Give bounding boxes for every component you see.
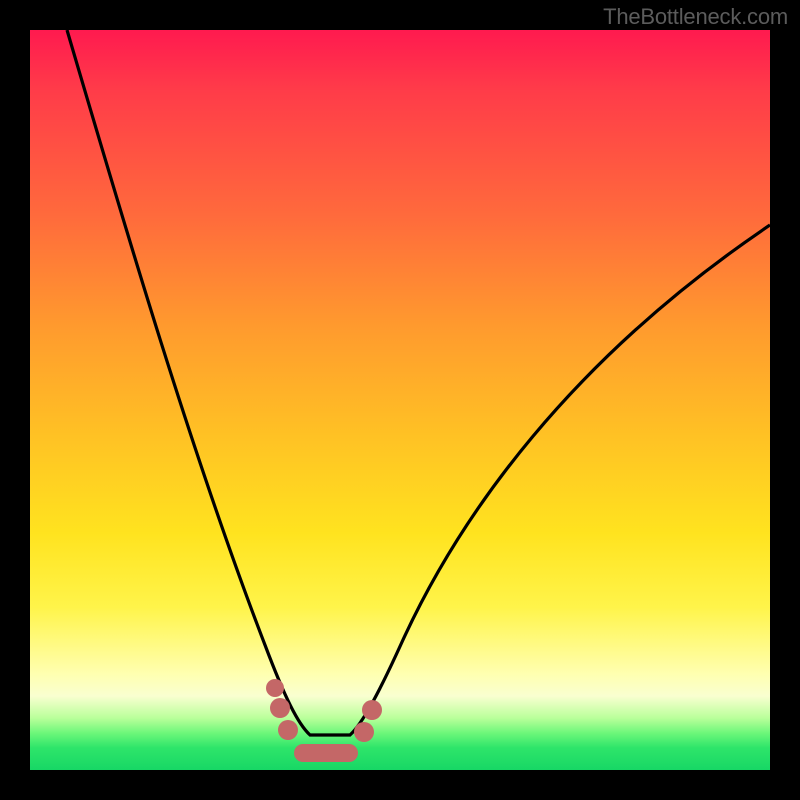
chart-frame: TheBottleneck.com <box>0 0 800 800</box>
curve-layer <box>30 30 770 770</box>
watermark-text: TheBottleneck.com <box>603 4 788 30</box>
plot-area <box>30 30 770 770</box>
bottleneck-curve <box>67 30 770 735</box>
